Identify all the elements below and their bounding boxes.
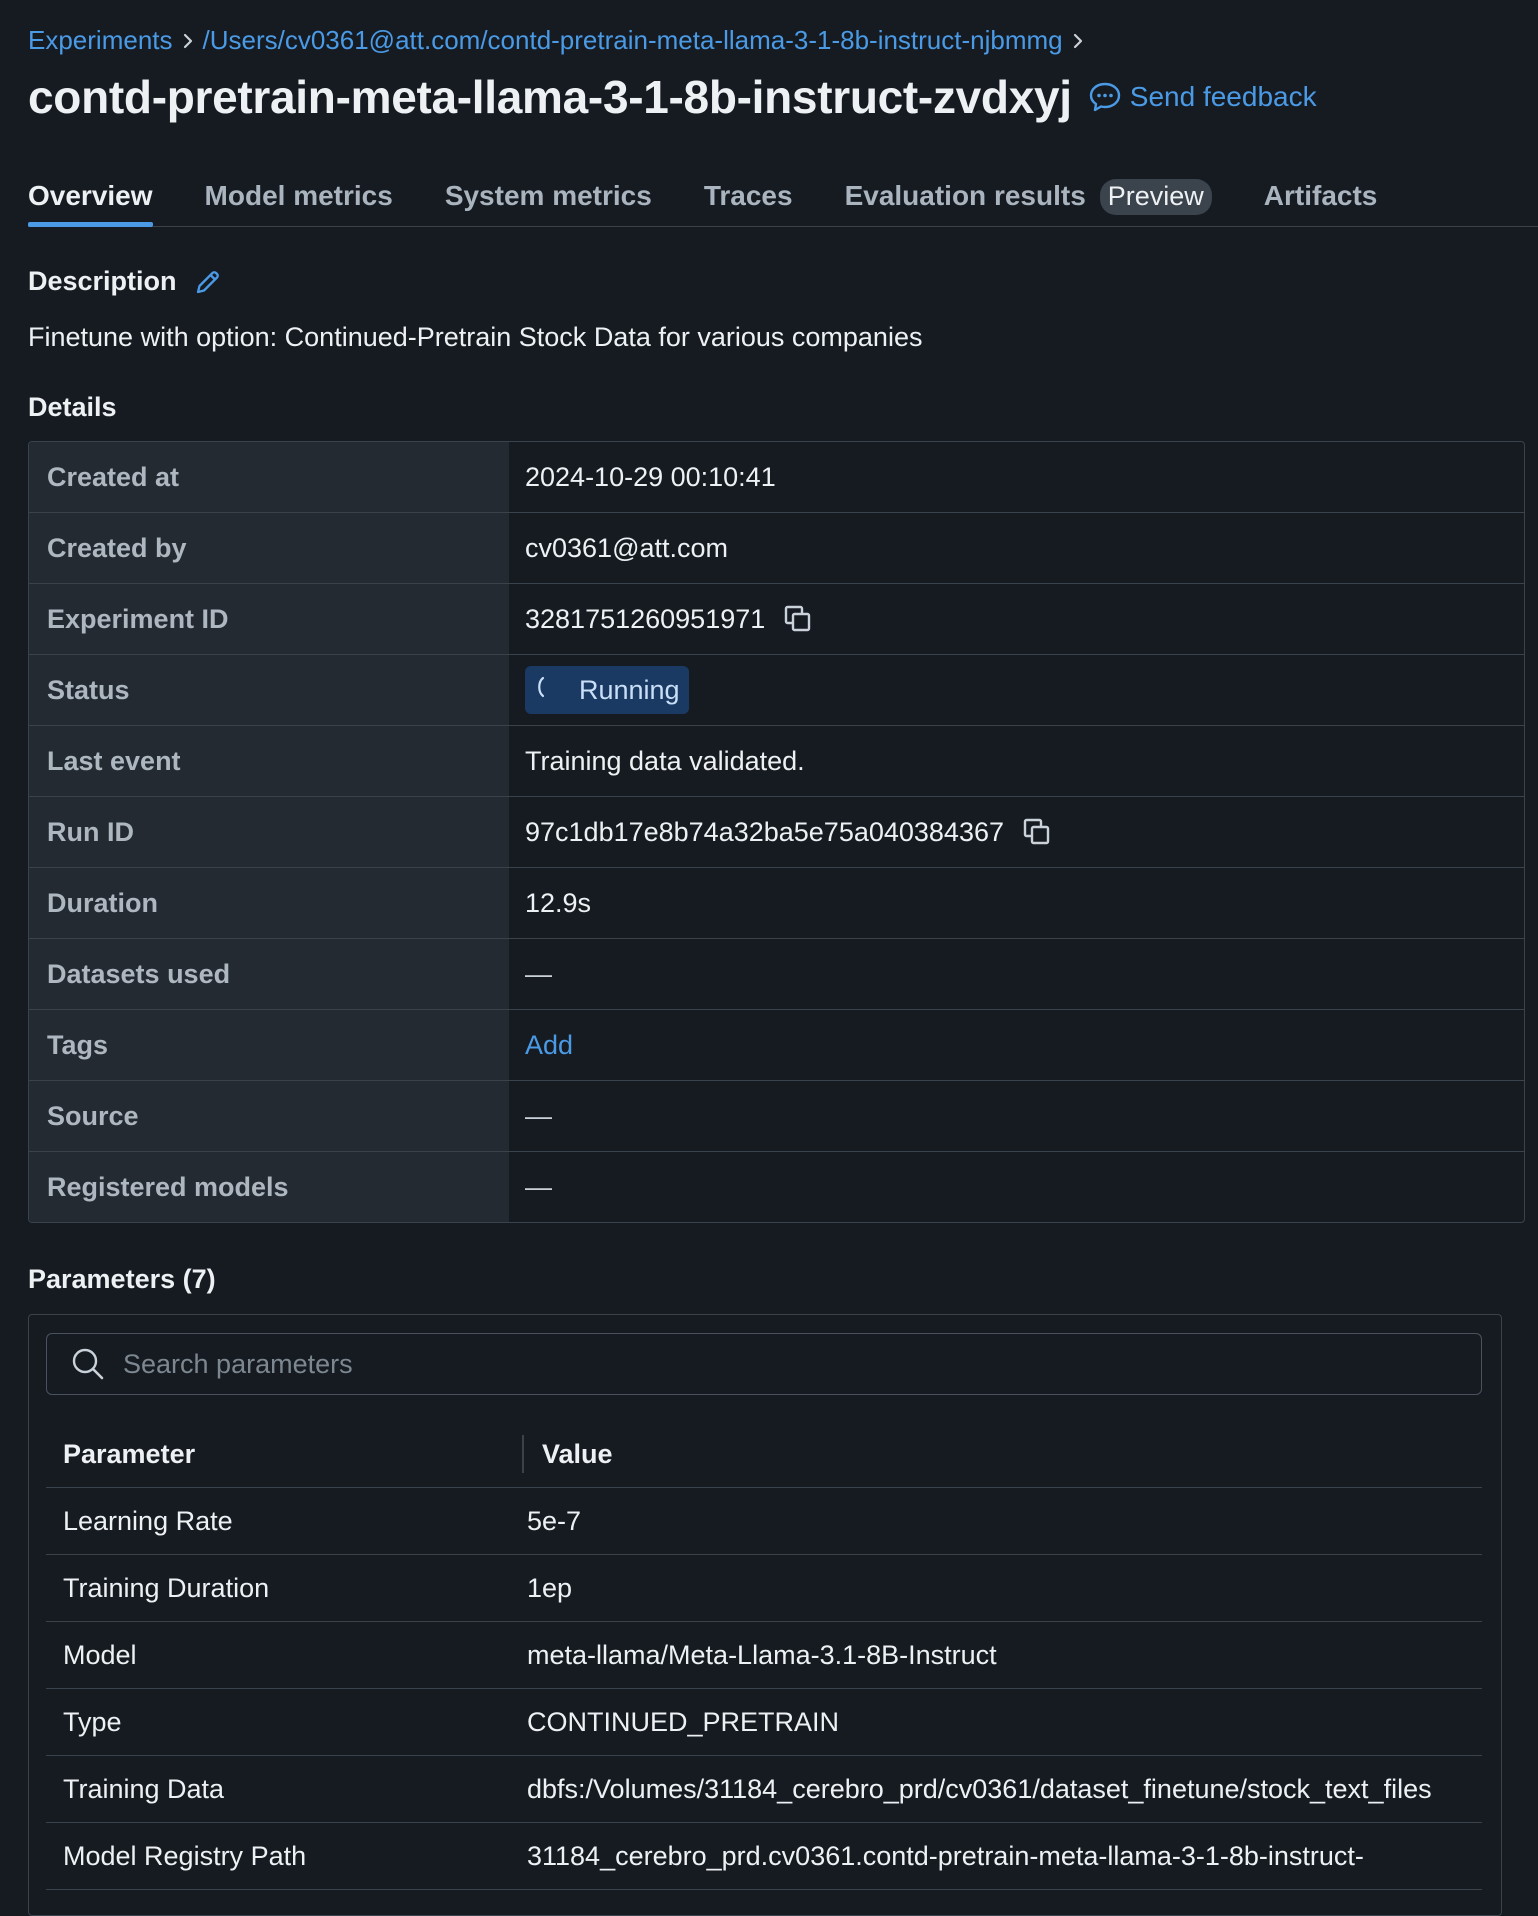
breadcrumb-experiment-path[interactable]: /Users/cv0361@att.com/contd-pretrain-met… [203, 25, 1063, 56]
param-name: Type [63, 1706, 122, 1737]
table-row: Learning Rate 5e-7 [46, 1488, 1482, 1555]
tab-evaluation-results[interactable]: Evaluation results Preview [845, 168, 1212, 226]
experiment-id-value: 3281751260951971 [525, 603, 766, 634]
table-row: Type CONTINUED_PRETRAIN [46, 1689, 1482, 1756]
table-row: Model Registry Path 31184_cerebro_prd.cv… [46, 1823, 1482, 1890]
details-row-source: Source — [29, 1081, 1524, 1152]
breadcrumb: Experiments /Users/cv0361@att.com/contd-… [28, 0, 1538, 80]
details-row-registered-models: Registered models — [29, 1152, 1524, 1222]
param-name: Model [63, 1639, 137, 1670]
details-row-status: Status Running [29, 655, 1524, 726]
details-row-run-id: Run ID 97c1db17e8b74a32ba5e75a040384367 [29, 797, 1524, 868]
search-parameters-field[interactable] [46, 1333, 1482, 1395]
details-table: Created at 2024-10-29 00:10:41 Created b… [28, 441, 1525, 1223]
send-feedback-label: Send feedback [1129, 81, 1317, 112]
details-row-datasets-used: Datasets used — [29, 939, 1524, 1010]
description-heading: Description [28, 266, 223, 297]
param-name: Training Duration [63, 1572, 270, 1603]
tab-system-metrics[interactable]: System metrics [445, 168, 652, 226]
preview-badge: Preview [1099, 179, 1212, 215]
details-key: Datasets used [29, 939, 509, 1009]
parameters-heading: Parameters (7) [28, 1264, 216, 1294]
details-value: — [525, 1100, 552, 1131]
details-value-cell: 97c1db17e8b74a32ba5e75a040384367 [509, 797, 1524, 867]
column-header-value[interactable]: Value [524, 1439, 613, 1470]
param-name: Model Registry Path [63, 1840, 307, 1871]
details-key: Created by [29, 513, 509, 583]
send-feedback-button[interactable]: Send feedback [1088, 81, 1317, 113]
param-name: Training Data [63, 1773, 225, 1804]
details-row-tags: Tags Add [29, 1010, 1524, 1081]
tab-artifacts[interactable]: Artifacts [1264, 168, 1378, 226]
details-key: Source [29, 1081, 509, 1151]
details-value: — [525, 958, 552, 989]
table-row: Training Duration 1ep [46, 1555, 1482, 1622]
tab-traces[interactable]: Traces [704, 168, 793, 226]
table-row: Training Data dbfs:/Volumes/31184_cerebr… [46, 1756, 1482, 1823]
details-value-cell: Add [509, 1010, 1524, 1080]
spinner-icon [531, 672, 565, 709]
speech-bubble-icon [1088, 81, 1130, 113]
details-row-created-at: Created at 2024-10-29 00:10:41 [29, 442, 1524, 513]
param-value: 5e-7 [527, 1505, 582, 1536]
details-value: 2024-10-29 00:10:41 [525, 461, 776, 492]
title-row: contd-pretrain-meta-llama-3-1-8b-instruc… [28, 70, 1317, 124]
breadcrumb-experiments[interactable]: Experiments [28, 25, 173, 56]
parameters-panel: Parameter Value Learning Rate 5e-7 Train… [28, 1314, 1502, 1916]
table-row: Model meta-llama/Meta-Llama-3.1-8B-Instr… [46, 1622, 1482, 1689]
details-key: Experiment ID [29, 584, 509, 654]
details-row-last-event: Last event Training data validated. [29, 726, 1524, 797]
pencil-icon[interactable] [193, 267, 223, 297]
table-header: Parameter Value [46, 1421, 1482, 1488]
chevron-right-icon [1063, 26, 1093, 54]
description-heading-label: Description [28, 266, 177, 296]
details-row-created-by: Created by cv0361@att.com [29, 513, 1524, 584]
tab-bar: Overview Model metrics System metrics Tr… [28, 168, 1538, 227]
add-tag-link[interactable]: Add [525, 1030, 573, 1061]
details-key: Tags [29, 1010, 509, 1080]
search-parameters-input[interactable] [121, 1347, 1481, 1381]
param-name: Learning Rate [63, 1505, 233, 1536]
details-value: — [525, 1171, 552, 1202]
details-key: Last event [29, 726, 509, 796]
param-value: dbfs:/Volumes/31184_cerebro_prd/cv0361/d… [527, 1773, 1432, 1804]
details-value-cell: 3281751260951971 [509, 584, 1524, 654]
details-key: Created at [29, 442, 509, 512]
details-heading: Details [28, 392, 117, 422]
param-value: 31184_cerebro_prd.cv0361.contd-pretrain-… [527, 1840, 1364, 1871]
copy-icon[interactable] [783, 604, 813, 634]
details-value: Training data validated. [525, 745, 805, 776]
column-header-parameter[interactable]: Parameter [46, 1421, 524, 1487]
details-row-duration: Duration 12.9s [29, 868, 1524, 939]
param-value: 1ep [527, 1572, 573, 1603]
param-value: meta-llama/Meta-Llama-3.1-8B-Instruct [527, 1639, 997, 1670]
details-key: Registered models [29, 1152, 509, 1222]
run-id-value: 97c1db17e8b74a32ba5e75a040384367 [525, 816, 1004, 847]
details-key: Status [29, 655, 509, 725]
param-value: CONTINUED_PRETRAIN [527, 1706, 840, 1737]
details-value-cell: Running [509, 655, 1524, 725]
page-title: contd-pretrain-meta-llama-3-1-8b-instruc… [28, 71, 1072, 123]
details-key: Duration [29, 868, 509, 938]
status-label: Running [579, 674, 680, 705]
search-icon [71, 1347, 105, 1381]
details-row-experiment-id: Experiment ID 3281751260951971 [29, 584, 1524, 655]
chevron-right-icon [173, 26, 203, 54]
details-value: cv0361@att.com [525, 532, 729, 563]
parameters-table: Parameter Value Learning Rate 5e-7 Train… [46, 1421, 1482, 1890]
copy-icon[interactable] [1022, 817, 1052, 847]
description-text: Finetune with option: Continued-Pretrain… [28, 322, 923, 352]
details-key: Run ID [29, 797, 509, 867]
status-badge: Running [525, 666, 689, 714]
tab-overview[interactable]: Overview [28, 168, 153, 227]
details-value: 12.9s [525, 887, 592, 918]
tab-model-metrics[interactable]: Model metrics [205, 168, 393, 226]
